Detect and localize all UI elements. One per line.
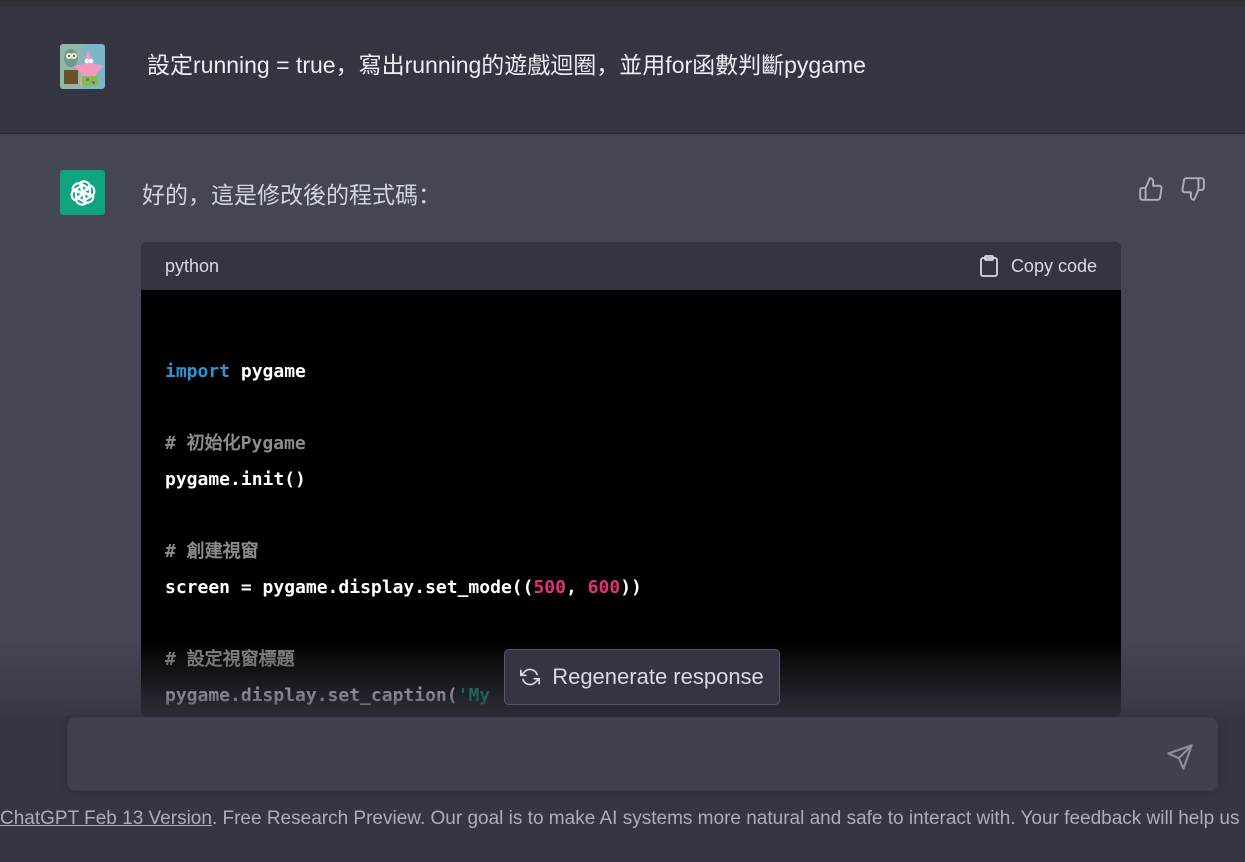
assistant-avatar [60,170,105,215]
code-number: 600 [587,577,621,598]
code-comment: # 初始化Pygame [165,433,306,454]
code-keyword: import [165,361,231,382]
spongebob-patrick-avatar-icon [60,44,105,89]
code-line: ​ [165,498,1097,534]
code-comment: # 創建視窗 [165,541,259,562]
code-text: screen = pygame.display.set_mode(( [165,577,534,598]
user-message-text: 設定running = true，寫出running的遊戲迴圈，並用for函數判… [147,52,866,78]
code-text: pygame.display.set_caption( [165,685,458,706]
assistant-intro-text: 好的，這是修改後的程式碼： [142,182,441,208]
openai-logo-icon [70,179,95,206]
footer-text: . Free Research Preview. Our goal is to … [211,808,1245,829]
send-icon[interactable] [1166,743,1194,771]
user-message-row: 設定running = true，寫出running的遊戲迴圈，並用for函數判… [0,6,1245,134]
code-language-label: python [165,255,220,276]
code-number: 500 [533,577,566,598]
thumbs-up-icon[interactable] [1138,176,1164,202]
regenerate-response-button[interactable]: Regenerate response [504,649,780,705]
thumbs-down-icon[interactable] [1180,176,1206,202]
code-line: pygame.init() [165,462,1097,498]
code-line: ​ [165,390,1097,426]
clipboard-icon [980,255,998,277]
code-text: pygame.init() [165,469,306,490]
code-block: python Copy code import pygame​# 初始化Pyga… [141,242,1121,717]
version-link[interactable]: ChatGPT Feb 13 Version [0,808,212,829]
code-text: pygame [230,361,306,382]
code-block-header: python Copy code [141,242,1121,290]
code-line: import pygame [165,354,1097,390]
code-text: )) [620,577,642,598]
code-string: 'My [457,685,491,706]
refresh-icon [520,668,541,686]
message-input[interactable] [88,742,1148,772]
regenerate-response-label: Regenerate response [552,664,764,689]
code-line: # 初始化Pygame [165,426,1097,462]
user-avatar [60,44,105,89]
code-line: screen = pygame.display.set_mode((500, 6… [165,570,1097,606]
copy-code-button[interactable]: Copy code [979,255,1097,277]
code-line: # 創建視窗 [165,534,1097,570]
code-text: , [565,577,588,598]
message-input-container [67,717,1218,791]
code-comment: # 設定視窗標題 [165,649,295,670]
code-line: ​ [165,606,1097,642]
copy-code-label: Copy code [1010,255,1097,276]
footer-disclaimer: ChatGPT Feb 13 Version. Free Research Pr… [0,808,1245,834]
